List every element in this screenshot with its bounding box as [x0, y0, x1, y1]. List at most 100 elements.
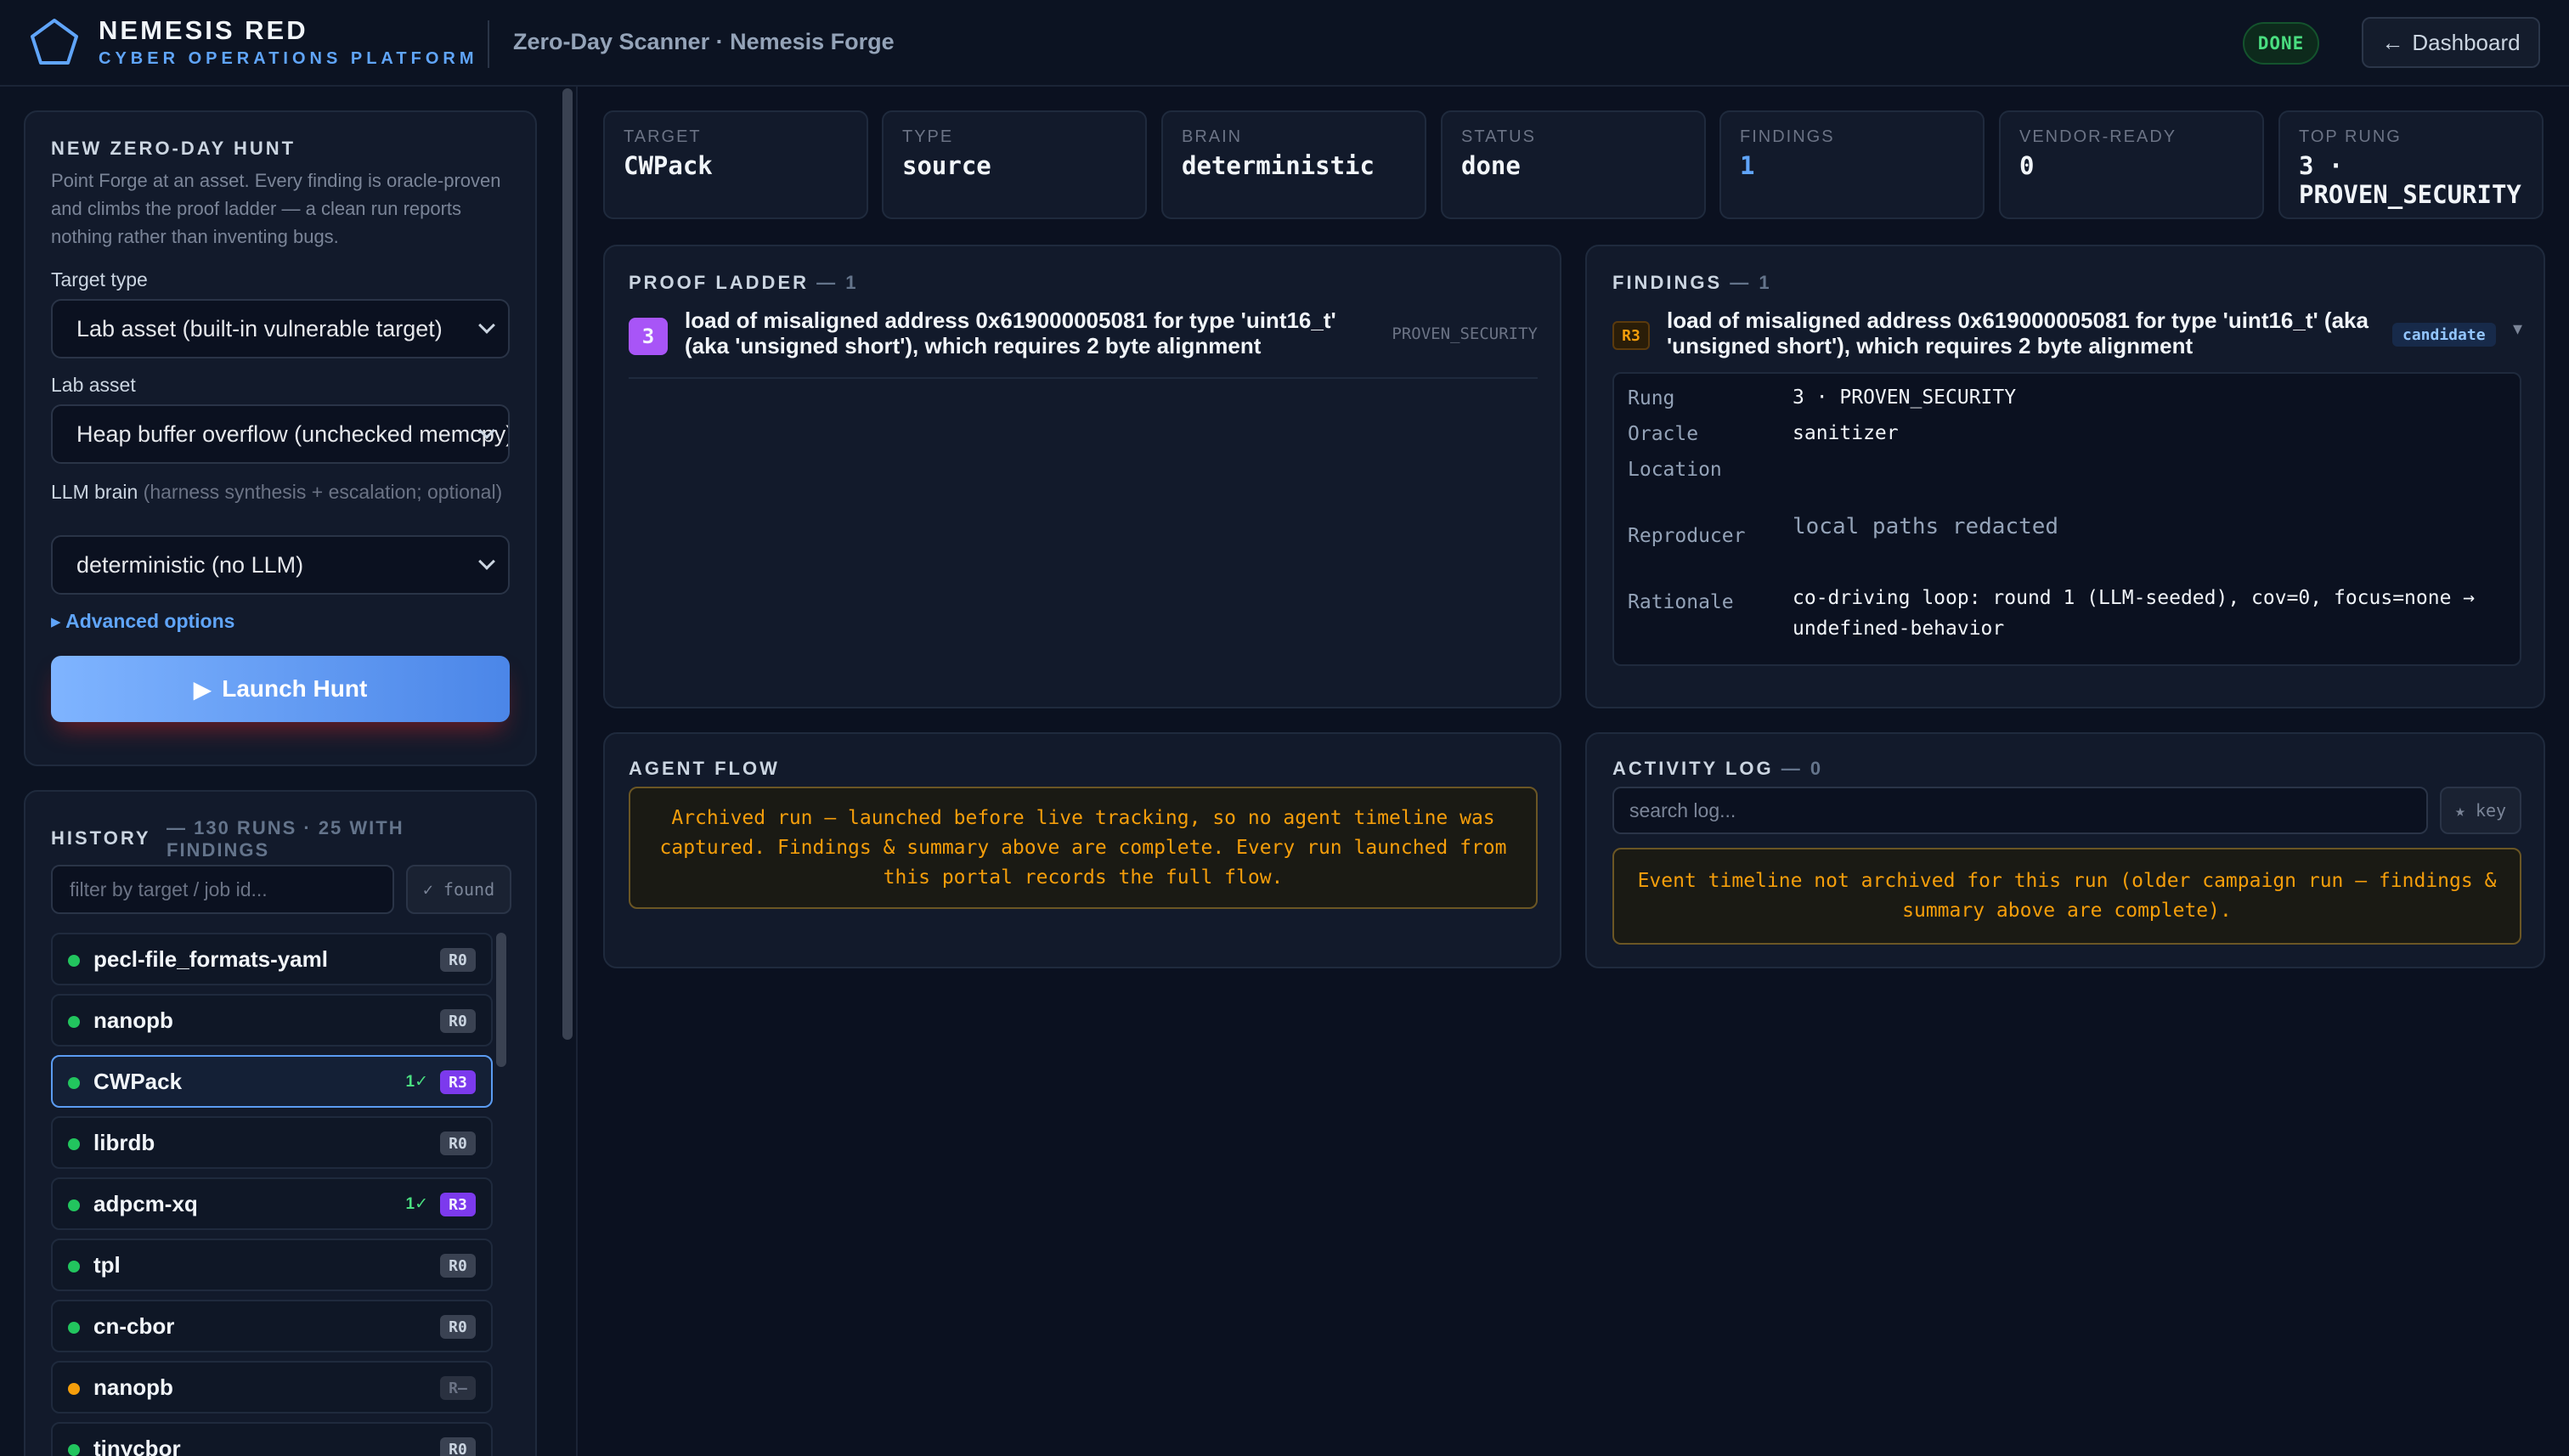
- proof-ladder-heading: PROOF LADDER — 1: [629, 272, 858, 294]
- chevron-down-icon: [478, 317, 495, 334]
- stat-label: STATUS: [1461, 127, 1536, 146]
- lab-asset-label: Lab asset: [51, 374, 136, 396]
- proof-ladder-panel: PROOF LADDER — 1 3 load of misaligned ad…: [603, 245, 1561, 708]
- status-dot: [68, 1383, 80, 1395]
- stat-label: TYPE: [902, 127, 954, 146]
- agent-flow-heading: AGENT FLOW: [629, 758, 780, 779]
- oracle-value: sanitizer: [1793, 422, 1899, 444]
- found-count: 1✓: [405, 1073, 429, 1091]
- oracle-label: Oracle: [1628, 423, 1699, 445]
- collapse-caret-icon[interactable]: ▾: [2513, 318, 2522, 340]
- stat-label: TOP RUNG: [2299, 127, 2402, 146]
- rationale-label: Rationale: [1628, 591, 1734, 613]
- stat-label: BRAIN: [1182, 127, 1243, 146]
- history-item[interactable]: tinycbor R0: [51, 1422, 493, 1456]
- history-item-selected[interactable]: CWPack 1✓ R3: [51, 1055, 493, 1108]
- stat-value: source: [902, 151, 991, 180]
- history-item[interactable]: librdb R0: [51, 1116, 493, 1169]
- rung-badge: R0: [440, 1315, 476, 1339]
- history-item-name: CWPack: [93, 1068, 183, 1094]
- stat-card-status: STATUS done: [1441, 110, 1706, 219]
- activity-log-note: Event timeline not archived for this run…: [1612, 848, 2521, 945]
- llm-brain-label-note: (harness synthesis + escalation; optiona…: [143, 481, 503, 503]
- found-filter-button[interactable]: ✓ found: [406, 865, 511, 914]
- target-type-select[interactable]: Lab asset (built-in vulnerable target): [51, 299, 510, 358]
- rung-badge: R3: [440, 1070, 476, 1094]
- findings-heading: FINDINGS — 1: [1612, 272, 1772, 294]
- history-item-name: nanopb: [93, 1374, 173, 1400]
- lab-asset-value: Heap buffer overflow (unchecked memcpy): [76, 420, 510, 447]
- llm-brain-select[interactable]: deterministic (no LLM): [51, 535, 510, 595]
- lab-asset-select[interactable]: Heap buffer overflow (unchecked memcpy): [51, 404, 510, 464]
- stat-card-findings: FINDINGS 1: [1719, 110, 1985, 219]
- history-panel: HISTORY — 130 RUNS · 25 WITH FINDINGS ✓ …: [24, 790, 537, 1456]
- agent-flow-note: Archived run — launched before live trac…: [629, 787, 1538, 909]
- rung-number-badge: 3: [629, 318, 668, 355]
- reproducer-value: local paths redacted: [1793, 514, 2059, 539]
- candidate-badge: candidate: [2392, 323, 2496, 347]
- history-item[interactable]: cn-cbor R0: [51, 1300, 493, 1352]
- dashboard-button[interactable]: ← Dashboard: [2362, 17, 2540, 68]
- history-item-name: nanopb: [93, 1007, 173, 1033]
- arrow-left-icon: ←: [2381, 29, 2404, 55]
- finding-details: Rung 3 · PROVEN_SECURITY Oracle sanitize…: [1612, 372, 2521, 666]
- reproducer-label: Reproducer: [1628, 525, 1746, 547]
- history-scrollbar-thumb[interactable]: [496, 933, 506, 1067]
- history-count: — 130 RUNS · 25 WITH FINDINGS: [167, 817, 404, 861]
- proof-tag: PROVEN_SECURITY: [1392, 324, 1538, 343]
- proof-ladder-title: PROOF LADDER: [629, 272, 809, 293]
- history-item-name: adpcm-xq: [93, 1190, 198, 1216]
- history-item-name: pecl-file_formats-yaml: [93, 945, 328, 972]
- log-key-button[interactable]: ★ key: [2440, 787, 2521, 834]
- history-item[interactable]: nanopb R0: [51, 994, 493, 1047]
- history-item[interactable]: nanopb R–: [51, 1361, 493, 1414]
- new-hunt-panel: NEW ZERO-DAY HUNT Point Forge at an asse…: [24, 110, 537, 766]
- new-hunt-heading: NEW ZERO-DAY HUNT: [51, 138, 296, 159]
- history-filter-input[interactable]: [51, 865, 394, 914]
- activity-log-count: — 0: [1781, 758, 1824, 779]
- status-dot: [68, 1261, 80, 1273]
- play-icon: ▶: [193, 675, 212, 703]
- stat-value: done: [1461, 151, 1521, 180]
- found-count: 1✓: [405, 1195, 429, 1213]
- rung-badge: R3: [440, 1193, 476, 1216]
- stat-value: 1: [1740, 151, 1755, 180]
- rung-badge: R0: [440, 948, 476, 972]
- stat-value: CWPack: [624, 151, 713, 180]
- stat-value: 3 · PROVEN_SECURITY: [2299, 151, 2521, 209]
- history-item[interactable]: tpl R0: [51, 1239, 493, 1291]
- history-item[interactable]: adpcm-xq 1✓ R3: [51, 1177, 493, 1230]
- finding-title[interactable]: load of misaligned address 0x61900000508…: [1667, 308, 2372, 358]
- proof-ladder-count: — 1: [816, 272, 859, 293]
- stat-card-top-rung: TOP RUNG 3 · PROVEN_SECURITY: [2278, 110, 2544, 219]
- launch-hunt-label: Launch Hunt: [222, 675, 368, 702]
- launch-hunt-button[interactable]: ▶ Launch Hunt: [51, 656, 510, 722]
- status-dot: [68, 1138, 80, 1150]
- findings-count: — 1: [1730, 272, 1772, 293]
- rationale-value: co-driving loop: round 1 (LLM-seeded), c…: [1793, 587, 2476, 640]
- history-item-name: tinycbor: [93, 1435, 181, 1456]
- brand-title: NEMESIS RED: [99, 15, 308, 45]
- stat-card-type: TYPE source: [882, 110, 1147, 219]
- proof-ladder-row[interactable]: 3 load of misaligned address 0x619000005…: [629, 308, 1538, 379]
- history-heading: HISTORY: [51, 827, 151, 849]
- history-item-name: cn-cbor: [93, 1312, 175, 1339]
- advanced-options-link[interactable]: ▸ Advanced options: [51, 610, 234, 633]
- location-label: Location: [1628, 459, 1722, 481]
- rung-badge: R0: [440, 1254, 476, 1278]
- top-bar: NEMESIS RED CYBER OPERATIONS PLATFORM Ze…: [0, 0, 2569, 87]
- log-search-input[interactable]: [1612, 787, 2428, 834]
- status-badge: DONE: [2243, 22, 2319, 65]
- status-dot: [68, 1077, 80, 1089]
- chevron-down-icon: [478, 553, 495, 570]
- stat-card-target: TARGET CWPack: [603, 110, 868, 219]
- rung-label: Rung: [1628, 387, 1675, 409]
- stat-value: deterministic: [1182, 151, 1375, 180]
- brand-subtitle: CYBER OPERATIONS PLATFORM: [99, 49, 478, 68]
- status-dot: [68, 1016, 80, 1028]
- history-item[interactable]: pecl-file_formats-yaml R0: [51, 933, 493, 985]
- sidebar-scrollbar-thumb[interactable]: [562, 88, 573, 1040]
- pentagon-logo-icon: [31, 19, 78, 65]
- status-dot: [68, 1199, 80, 1211]
- findings-title: FINDINGS: [1612, 272, 1723, 293]
